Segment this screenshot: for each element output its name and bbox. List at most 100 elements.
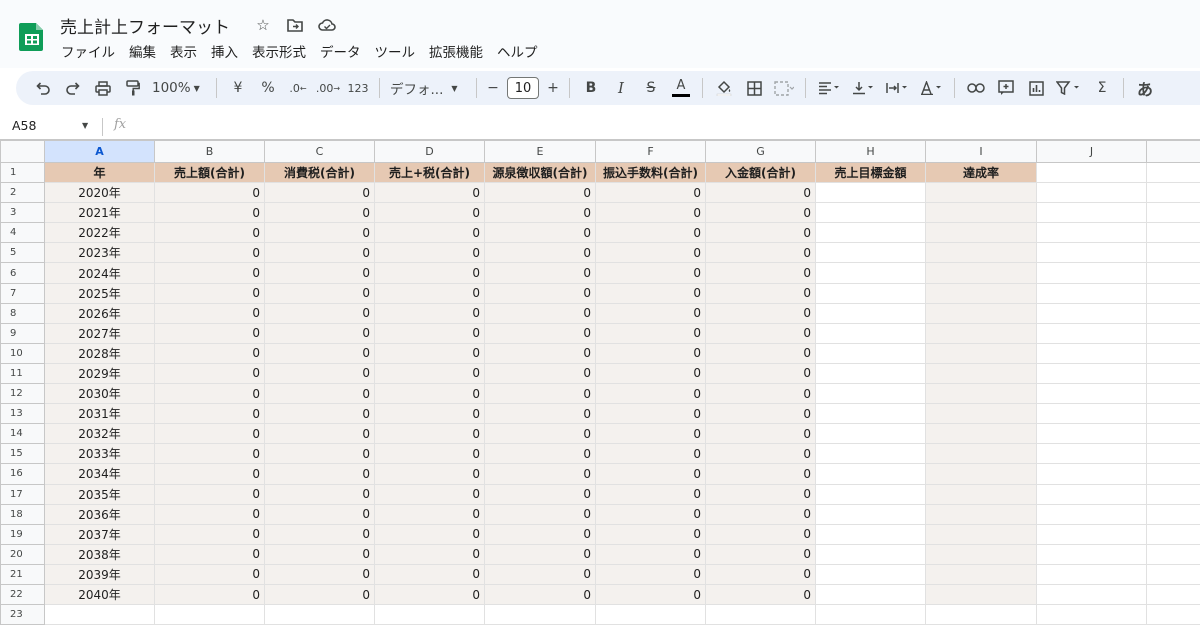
value-cell[interactable]: 0 [705, 342, 816, 364]
target-cell[interactable] [815, 242, 926, 264]
cell[interactable] [1036, 202, 1147, 224]
value-cell[interactable]: 0 [374, 403, 485, 425]
value-cell[interactable]: 0 [374, 342, 485, 364]
value-cell[interactable]: 0 [595, 483, 706, 505]
row-header[interactable]: 9 [0, 322, 45, 344]
year-cell[interactable]: 2026年 [44, 302, 155, 324]
year-cell[interactable]: 2020年 [44, 182, 155, 204]
achievement-rate-cell[interactable] [925, 563, 1037, 585]
cell[interactable] [1036, 583, 1147, 606]
value-cell[interactable]: 0 [484, 563, 596, 585]
column-header-g[interactable]: G [705, 140, 816, 163]
value-cell[interactable]: 0 [154, 362, 265, 385]
cell[interactable] [374, 604, 485, 626]
year-cell[interactable]: 2034年 [44, 463, 155, 485]
value-cell[interactable]: 0 [154, 583, 265, 606]
input-tools-button[interactable]: あ [1130, 75, 1160, 101]
print-icon[interactable] [88, 75, 118, 101]
value-cell[interactable]: 0 [595, 322, 706, 344]
header-cell[interactable]: 源泉徴収額(合計) [484, 161, 596, 184]
header-cell[interactable]: 入金額(合計) [705, 161, 816, 184]
menu-insert[interactable]: 挿入 [204, 41, 245, 61]
row-header[interactable]: 17 [0, 483, 45, 505]
chart-icon[interactable] [1021, 75, 1051, 101]
header-cell[interactable]: 消費税(合計) [264, 161, 375, 184]
cell[interactable] [1036, 362, 1147, 385]
value-cell[interactable]: 0 [264, 182, 375, 204]
value-cell[interactable]: 0 [154, 262, 265, 284]
undo-icon[interactable] [28, 75, 58, 101]
value-cell[interactable]: 0 [484, 342, 596, 364]
year-cell[interactable]: 2039年 [44, 563, 155, 585]
value-cell[interactable]: 0 [705, 403, 816, 425]
value-cell[interactable]: 0 [705, 362, 816, 385]
row-header[interactable]: 16 [0, 463, 45, 485]
borders-icon[interactable] [739, 75, 769, 101]
row-header[interactable]: 21 [0, 563, 45, 585]
value-cell[interactable]: 0 [374, 503, 485, 525]
cell[interactable] [1036, 543, 1147, 565]
row-header[interactable]: 2 [0, 182, 45, 204]
row-header[interactable]: 8 [0, 302, 45, 324]
value-cell[interactable]: 0 [595, 403, 706, 425]
align-left-icon[interactable] [812, 75, 846, 101]
target-cell[interactable] [815, 423, 926, 445]
cell[interactable] [1146, 362, 1200, 385]
row-header[interactable]: 23 [0, 604, 45, 626]
value-cell[interactable]: 0 [264, 583, 375, 606]
column-header-f[interactable]: F [595, 140, 706, 163]
document-title[interactable]: 売上計上フォーマット [60, 13, 230, 38]
value-cell[interactable]: 0 [705, 322, 816, 344]
italic-button[interactable]: I [606, 75, 636, 101]
column-header-a[interactable]: A [44, 140, 155, 163]
row-header[interactable]: 14 [0, 423, 45, 445]
row-header[interactable]: 5 [0, 242, 45, 264]
achievement-rate-cell[interactable] [925, 583, 1037, 606]
cell[interactable] [1036, 503, 1147, 525]
cell[interactable] [1036, 403, 1147, 425]
value-cell[interactable]: 0 [484, 403, 596, 425]
text-wrap-icon[interactable] [880, 75, 914, 101]
year-cell[interactable]: 2023年 [44, 242, 155, 264]
target-cell[interactable] [815, 523, 926, 545]
value-cell[interactable]: 0 [484, 242, 596, 264]
cell[interactable] [1036, 282, 1147, 304]
value-cell[interactable]: 0 [484, 523, 596, 545]
achievement-rate-cell[interactable] [925, 342, 1037, 364]
value-cell[interactable]: 0 [484, 322, 596, 344]
strikethrough-button[interactable]: S [636, 75, 666, 101]
year-cell[interactable]: 2037年 [44, 523, 155, 545]
header-cell[interactable]: 売上+税(合計) [374, 161, 485, 184]
value-cell[interactable]: 0 [374, 202, 485, 224]
value-cell[interactable]: 0 [264, 322, 375, 344]
value-cell[interactable]: 0 [374, 383, 485, 405]
fill-color-icon[interactable] [709, 75, 739, 101]
value-cell[interactable]: 0 [154, 322, 265, 344]
value-cell[interactable]: 0 [595, 523, 706, 545]
value-cell[interactable]: 0 [595, 262, 706, 284]
cell[interactable] [1146, 483, 1200, 505]
number-format-button[interactable]: 123 [343, 75, 373, 101]
value-cell[interactable]: 0 [154, 563, 265, 585]
redo-icon[interactable] [58, 75, 88, 101]
cell[interactable] [1146, 443, 1200, 465]
achievement-rate-cell[interactable] [925, 423, 1037, 445]
value-cell[interactable]: 0 [705, 182, 816, 204]
cell[interactable] [44, 604, 155, 626]
value-cell[interactable]: 0 [154, 242, 265, 264]
target-cell[interactable] [815, 202, 926, 224]
value-cell[interactable]: 0 [484, 202, 596, 224]
cell[interactable] [154, 604, 265, 626]
value-cell[interactable]: 0 [374, 262, 485, 284]
valign-bottom-icon[interactable] [846, 75, 880, 101]
year-cell[interactable]: 2025年 [44, 282, 155, 304]
row-header[interactable]: 12 [0, 383, 45, 405]
menu-view[interactable]: 表示 [163, 41, 204, 61]
name-box[interactable]: A58 [12, 118, 36, 133]
year-cell[interactable]: 2021年 [44, 202, 155, 224]
cell[interactable] [595, 604, 706, 626]
bold-button[interactable]: B [576, 75, 606, 101]
row-header[interactable]: 13 [0, 403, 45, 425]
cell[interactable] [1146, 403, 1200, 425]
cell[interactable] [1036, 423, 1147, 445]
